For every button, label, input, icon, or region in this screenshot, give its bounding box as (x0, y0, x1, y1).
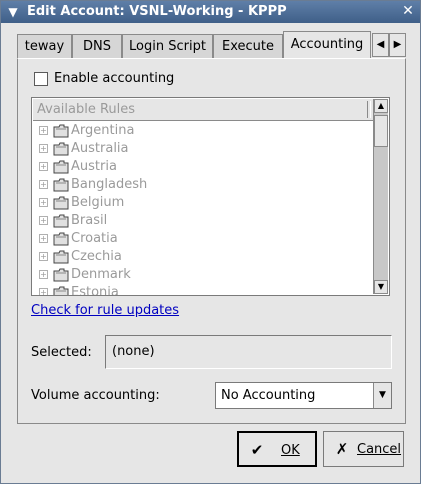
tree-item[interactable]: + Estonia (33, 284, 374, 296)
expand-icon[interactable]: + (39, 180, 48, 189)
tab-gateway[interactable]: teway (17, 34, 72, 59)
tab-bar: teway DNS Login Script Execute Accountin… (17, 31, 406, 60)
folder-icon (53, 268, 69, 282)
tab-dns[interactable]: DNS (72, 34, 122, 59)
tree-item[interactable]: + Croatia (33, 230, 374, 248)
available-rules-tree[interactable]: Available Rules + Argentina + Australia … (31, 97, 390, 296)
volume-accounting-value: No Accounting (221, 388, 316, 403)
arrow-left-icon[interactable]: ◀ (372, 33, 389, 57)
vertical-scrollbar[interactable]: ▲ ▼ (373, 99, 388, 294)
cancel-button-label: Cancel (357, 442, 402, 457)
tree-item[interactable]: + Bangladesh (33, 176, 374, 194)
expand-icon[interactable]: + (39, 288, 48, 295)
tree-rows: + Argentina + Australia + Austria + Bang… (33, 122, 374, 296)
expand-icon[interactable]: + (39, 252, 48, 261)
volume-accounting-label: Volume accounting: (31, 388, 160, 403)
chevron-down-icon[interactable]: ▼ (373, 383, 391, 408)
folder-icon (53, 214, 69, 228)
selected-label: Selected: (31, 345, 92, 360)
folder-icon (53, 250, 69, 264)
scroll-up-icon[interactable]: ▲ (374, 99, 388, 113)
enable-accounting-checkbox[interactable] (34, 72, 48, 86)
tree-item-label: Argentina (71, 123, 135, 138)
expand-icon[interactable]: + (39, 144, 48, 153)
column-header-label: Available Rules (37, 102, 136, 117)
tree-item[interactable]: + Belgium (33, 194, 374, 212)
tree-item-label: Belgium (71, 195, 125, 210)
scrollbar-thumb[interactable] (374, 115, 388, 147)
tab-execute[interactable]: Execute (213, 34, 283, 59)
arrow-right-icon[interactable]: ▶ (389, 33, 406, 57)
window-title: Edit Account: VSNL-Working - KPPP (27, 4, 287, 19)
scroll-down-icon[interactable]: ▼ (374, 280, 388, 294)
expand-icon[interactable]: + (39, 216, 48, 225)
tree-item[interactable]: + Argentina (33, 122, 374, 140)
ok-button[interactable]: ✔ OK (237, 431, 317, 467)
tree-item[interactable]: + Austria (33, 158, 374, 176)
ok-button-label: OK (281, 443, 300, 458)
tree-item-label: Croatia (71, 231, 118, 246)
folder-icon (53, 142, 69, 156)
enable-accounting-label[interactable]: Enable accounting (54, 71, 174, 86)
column-separator (367, 101, 371, 118)
expand-icon[interactable]: + (39, 162, 48, 171)
edit-account-dialog: ▼ Edit Account: VSNL-Working - KPPP ✕ te… (0, 0, 421, 484)
tree-item-label: Czechia (71, 249, 122, 264)
window-menu-icon[interactable]: ▼ (4, 3, 22, 21)
tree-item[interactable]: + Czechia (33, 248, 374, 266)
tree-item-label: Austria (71, 159, 117, 174)
tree-item-label: Brasil (71, 213, 108, 228)
folder-icon (53, 196, 69, 210)
title-bar: ▼ Edit Account: VSNL-Working - KPPP ✕ (1, 1, 420, 23)
tab-accounting[interactable]: Accounting (283, 31, 371, 60)
checkmark-icon: ✔ (250, 441, 264, 459)
expand-icon[interactable]: + (39, 126, 48, 135)
expand-icon[interactable]: + (39, 234, 48, 243)
cancel-icon: ✗ (335, 440, 349, 458)
tree-item-label: Estonia (71, 285, 119, 296)
expand-icon[interactable]: + (39, 198, 48, 207)
selected-value-field: (none) (105, 335, 392, 369)
folder-icon (53, 286, 69, 295)
tree-item[interactable]: + Denmark (33, 266, 374, 284)
tree-item[interactable]: + Australia (33, 140, 374, 158)
expand-icon[interactable]: + (39, 270, 48, 279)
folder-icon (53, 160, 69, 174)
folder-icon (53, 232, 69, 246)
column-header-available-rules[interactable]: Available Rules (33, 99, 374, 121)
folder-icon (53, 178, 69, 192)
tree-item-label: Bangladesh (71, 177, 148, 192)
close-icon[interactable]: ✕ (399, 3, 417, 21)
tree-item-label: Denmark (71, 267, 131, 282)
volume-accounting-select[interactable]: No Accounting ▼ (215, 382, 392, 409)
cancel-button[interactable]: ✗ Cancel (323, 431, 404, 467)
check-rule-updates-link[interactable]: Check for rule updates (31, 303, 179, 318)
tab-login-script[interactable]: Login Script (122, 34, 213, 59)
tree-item-label: Australia (71, 141, 129, 156)
folder-icon (53, 124, 69, 138)
tree-item[interactable]: + Brasil (33, 212, 374, 230)
